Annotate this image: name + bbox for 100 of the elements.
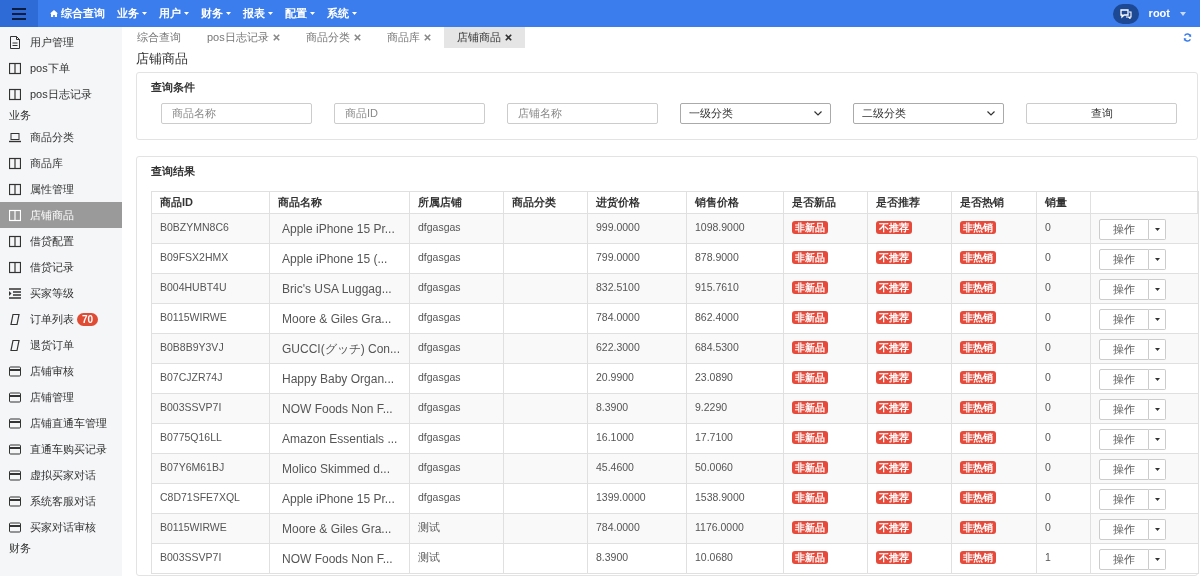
caret-icon bbox=[1154, 287, 1160, 291]
dropdown-select[interactable]: 一级分类 bbox=[680, 102, 831, 124]
action-button[interactable]: 操作 bbox=[1099, 398, 1149, 420]
search-button[interactable]: 查询 bbox=[1026, 102, 1177, 124]
table-cell: Moore & Giles Gra... bbox=[282, 311, 392, 326]
table-cell: dfgasgas bbox=[418, 460, 461, 473]
sidebar-section-label: 财务 bbox=[8, 541, 32, 557]
table-cell: Moore & Giles Gra... bbox=[282, 521, 392, 536]
sidebar-item[interactable]: pos下单 bbox=[0, 55, 122, 81]
action-button[interactable]: 操作 bbox=[1099, 218, 1149, 240]
action-button[interactable]: 操作 bbox=[1099, 278, 1149, 300]
table-cell: 50.0060 bbox=[695, 460, 733, 473]
action-button[interactable]: 操作 bbox=[1099, 518, 1149, 540]
dropdown-toggle[interactable] bbox=[1149, 428, 1166, 450]
action-button[interactable]: 操作 bbox=[1099, 338, 1149, 360]
dropdown-toggle[interactable] bbox=[1149, 278, 1166, 300]
nav-menu-item[interactable]: 配置 bbox=[285, 5, 315, 22]
sidebar-item[interactable]: pos日志记录 bbox=[0, 81, 122, 107]
menu-icon[interactable] bbox=[12, 7, 26, 20]
nav-menu-item[interactable]: 用户 bbox=[159, 5, 189, 22]
caret-icon bbox=[310, 12, 315, 15]
nav-menu-item[interactable]: 业务 bbox=[117, 5, 147, 22]
table-cell: 784.0000 bbox=[596, 520, 640, 533]
phone-icon bbox=[9, 312, 21, 326]
sidebar-item[interactable]: 买家等级 bbox=[0, 280, 122, 306]
action-button[interactable]: 操作 bbox=[1099, 248, 1149, 270]
dropdown-toggle[interactable] bbox=[1149, 338, 1166, 360]
table-cell: Apple iPhone 15 Pr... bbox=[282, 491, 395, 506]
sidebar-item[interactable]: 属性管理 bbox=[0, 176, 122, 202]
action-button[interactable]: 操作 bbox=[1099, 428, 1149, 450]
sidebar-item[interactable]: 直通车购买记录 bbox=[0, 436, 122, 462]
status-tag: 非新品 bbox=[792, 340, 828, 354]
action-button[interactable]: 操作 bbox=[1099, 488, 1149, 510]
action-button[interactable]: 操作 bbox=[1099, 458, 1149, 480]
dropdown-toggle[interactable] bbox=[1149, 548, 1166, 570]
sidebar-item[interactable]: 买家对话审核 bbox=[0, 514, 122, 540]
status-tag: 非热销 bbox=[960, 460, 996, 474]
input-field[interactable]: 商品名称 bbox=[161, 102, 312, 124]
status-tag: 非热销 bbox=[960, 370, 996, 384]
input-field[interactable]: 店铺名称 bbox=[507, 102, 658, 124]
tab[interactable]: pos日志记录 bbox=[194, 27, 293, 48]
sidebar-item[interactable]: 虚拟买家对话 bbox=[0, 462, 122, 488]
close-icon[interactable] bbox=[504, 33, 512, 41]
dropdown-toggle[interactable] bbox=[1149, 458, 1166, 480]
status-tag: 非热销 bbox=[960, 220, 996, 234]
dropdown-toggle[interactable] bbox=[1149, 308, 1166, 330]
action-button[interactable]: 操作 bbox=[1099, 548, 1149, 570]
action-button[interactable]: 操作 bbox=[1099, 308, 1149, 330]
dropdown-toggle[interactable] bbox=[1149, 368, 1166, 390]
tab[interactable]: 店铺商品 bbox=[443, 27, 525, 48]
dropdown-toggle[interactable] bbox=[1149, 398, 1166, 420]
dropdown-toggle[interactable] bbox=[1149, 518, 1166, 540]
columns-icon bbox=[9, 182, 21, 196]
table-cell: GUCCI(グッチ) Con... bbox=[282, 341, 400, 356]
sidebar-item[interactable]: 用户管理 bbox=[0, 29, 122, 55]
nav-menu-item[interactable]: 系统 bbox=[327, 5, 357, 22]
column-header: 所属店铺 bbox=[409, 191, 504, 213]
nav-menu-item[interactable]: 报表 bbox=[243, 5, 273, 22]
nav-menu-item[interactable]: 财务 bbox=[201, 5, 231, 22]
sidebar-item[interactable]: 店铺直通车管理 bbox=[0, 410, 122, 436]
table-cell: B003SSVP7I bbox=[160, 550, 222, 563]
dropdown-select[interactable]: 二级分类 bbox=[853, 102, 1004, 124]
sidebar-item[interactable]: 订单列表 70 bbox=[0, 306, 122, 332]
table-cell: 784.0000 bbox=[596, 310, 640, 323]
refresh-icon[interactable] bbox=[1183, 32, 1192, 42]
sidebar-item[interactable]: 系统客服对话 bbox=[0, 488, 122, 514]
dropdown-toggle[interactable] bbox=[1149, 248, 1166, 270]
sidebar-item[interactable]: 借贷配置 bbox=[0, 228, 122, 254]
sidebar-item[interactable]: 店铺审核 bbox=[0, 358, 122, 384]
action-button[interactable]: 操作 bbox=[1099, 368, 1149, 390]
sidebar-item[interactable]: 商品库 bbox=[0, 150, 122, 176]
caret-icon bbox=[142, 12, 147, 15]
status-tag: 不推荐 bbox=[876, 520, 912, 534]
laptop-icon bbox=[9, 130, 21, 144]
input-field[interactable]: 商品ID bbox=[334, 102, 485, 124]
sidebar-item[interactable]: 退货订单 bbox=[0, 332, 122, 358]
chat-icon bbox=[1119, 8, 1132, 19]
status-tag: 非新品 bbox=[792, 310, 828, 324]
tab[interactable]: 商品分类 bbox=[292, 27, 374, 48]
columns-icon bbox=[9, 156, 21, 170]
tab[interactable]: 商品库 bbox=[373, 27, 444, 48]
user-menu[interactable]: root bbox=[1148, 5, 1170, 22]
sidebar-item[interactable]: 借贷记录 bbox=[0, 254, 122, 280]
table-cell: dfgasgas bbox=[418, 250, 461, 263]
sidebar-item[interactable]: 店铺管理 bbox=[0, 384, 122, 410]
sidebar-item[interactable]: 商品分类 bbox=[0, 124, 122, 150]
panel-title: 查询条件 bbox=[151, 80, 196, 95]
table-cell: Bric's USA Luggag... bbox=[282, 281, 392, 296]
table-cell: Apple iPhone 15 (... bbox=[282, 251, 388, 266]
status-tag: 非新品 bbox=[792, 370, 828, 384]
status-tag: 非热销 bbox=[960, 400, 996, 414]
caret-icon bbox=[1154, 407, 1160, 411]
dropdown-toggle[interactable] bbox=[1149, 218, 1166, 240]
chat-button[interactable] bbox=[1112, 3, 1139, 24]
table-cell: dfgasgas bbox=[418, 310, 461, 323]
caret-icon bbox=[1154, 257, 1160, 261]
table-cell: dfgasgas bbox=[418, 370, 461, 383]
dropdown-toggle[interactable] bbox=[1149, 488, 1166, 510]
nav-menu-item[interactable]: 综合查询 bbox=[50, 5, 105, 22]
tab[interactable]: 综合查询 bbox=[124, 27, 194, 48]
